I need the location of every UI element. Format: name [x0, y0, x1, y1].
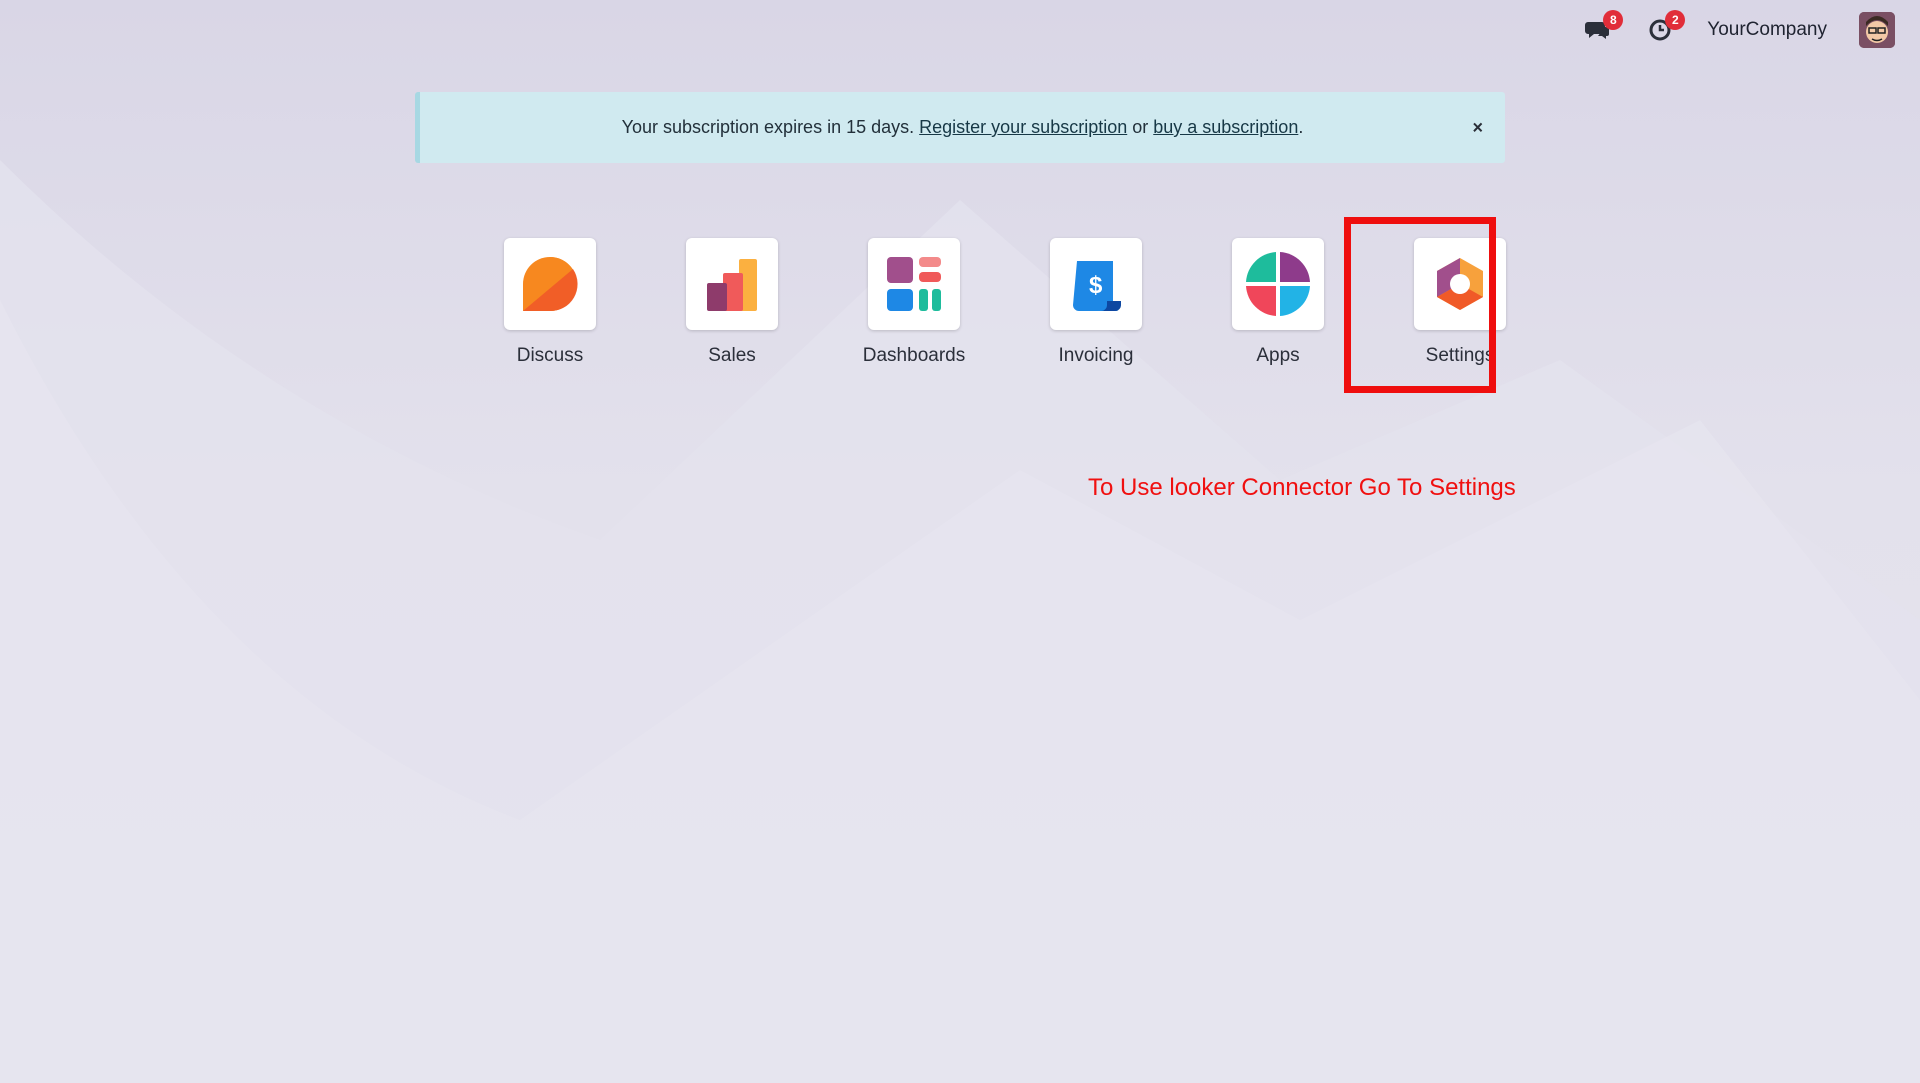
app-label-discuss: Discuss	[516, 345, 584, 366]
app-apps[interactable]: Apps	[1187, 238, 1369, 367]
app-dashboards[interactable]: Dashboards	[823, 238, 1005, 367]
svg-text:$: $	[1089, 272, 1103, 299]
home-screen: 8 2 YourCompany Your subscription expire…	[0, 0, 1920, 1083]
app-label-sales: Sales	[708, 345, 756, 366]
activities-badge: 2	[1665, 10, 1686, 30]
app-sales[interactable]: Sales	[641, 238, 823, 367]
user-avatar[interactable]	[1859, 12, 1895, 48]
register-subscription-link[interactable]: Register your subscription	[919, 117, 1127, 138]
alert-or-text: or	[1127, 117, 1154, 137]
discuss-icon	[504, 238, 596, 330]
subscription-alert: Your subscription expires in 15 days. Re…	[415, 92, 1505, 163]
app-label-dashboards: Dashboards	[862, 345, 966, 366]
app-invoicing[interactable]: $ Invoicing	[1005, 238, 1187, 367]
messages-button[interactable]: 8	[1583, 10, 1624, 45]
apps-icon	[1232, 238, 1324, 330]
company-switcher[interactable]: YourCompany	[1707, 19, 1827, 41]
alert-period: .	[1298, 117, 1304, 137]
close-alert-button[interactable]: ×	[1472, 117, 1483, 138]
dashboards-icon	[868, 238, 960, 330]
annotation-text: To Use looker Connector Go To Settings	[1088, 474, 1516, 501]
activities-button[interactable]: 2	[1645, 10, 1686, 45]
invoicing-icon: $	[1050, 238, 1142, 330]
buy-subscription-link[interactable]: buy a subscription	[1153, 117, 1298, 138]
systray: 8 2 YourCompany	[1583, 10, 1895, 50]
avatar-icon	[1859, 12, 1895, 48]
alert-text: Your subscription expires in 15 days.	[621, 117, 920, 137]
app-discuss[interactable]: Discuss	[459, 238, 641, 367]
sales-icon	[686, 238, 778, 330]
settings-highlight-box	[1344, 217, 1496, 393]
app-label-invoicing: Invoicing	[1058, 345, 1134, 366]
app-label-apps: Apps	[1256, 345, 1300, 366]
messages-badge: 8	[1603, 10, 1624, 30]
